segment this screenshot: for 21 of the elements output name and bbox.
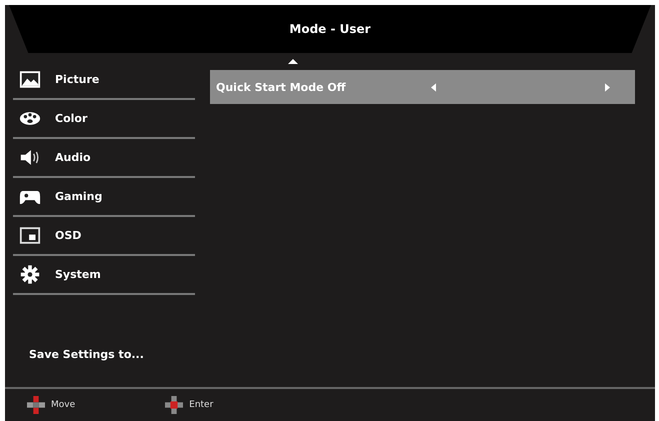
menu-title: Mode - User	[289, 22, 371, 36]
enter-dpad-icon	[165, 396, 184, 414]
speaker-icon	[19, 148, 41, 167]
menu-item[interactable]: System	[13, 256, 195, 295]
right-arrow-icon[interactable]	[605, 82, 610, 92]
menu-item[interactable]: Color	[13, 100, 195, 139]
hint-label: Enter	[189, 400, 214, 410]
menu-item[interactable]: Gaming	[13, 178, 195, 217]
menu-item[interactable]: OSD	[13, 217, 195, 256]
save-settings-item[interactable]: Save Settings to...	[13, 348, 195, 387]
gear-icon	[19, 265, 41, 284]
picture-icon	[19, 70, 41, 89]
setting-label: Quick Start Mode Off	[216, 80, 347, 94]
left-arrow-icon[interactable]	[431, 82, 436, 92]
up-arrow-icon	[288, 59, 298, 64]
move-dpad-icon	[27, 396, 45, 414]
osd-icon	[19, 226, 41, 245]
menu-item[interactable]: Picture	[13, 61, 195, 100]
palette-icon	[19, 109, 41, 128]
hint-label: Move	[51, 400, 76, 410]
menu-item[interactable]: Audio	[13, 139, 195, 178]
